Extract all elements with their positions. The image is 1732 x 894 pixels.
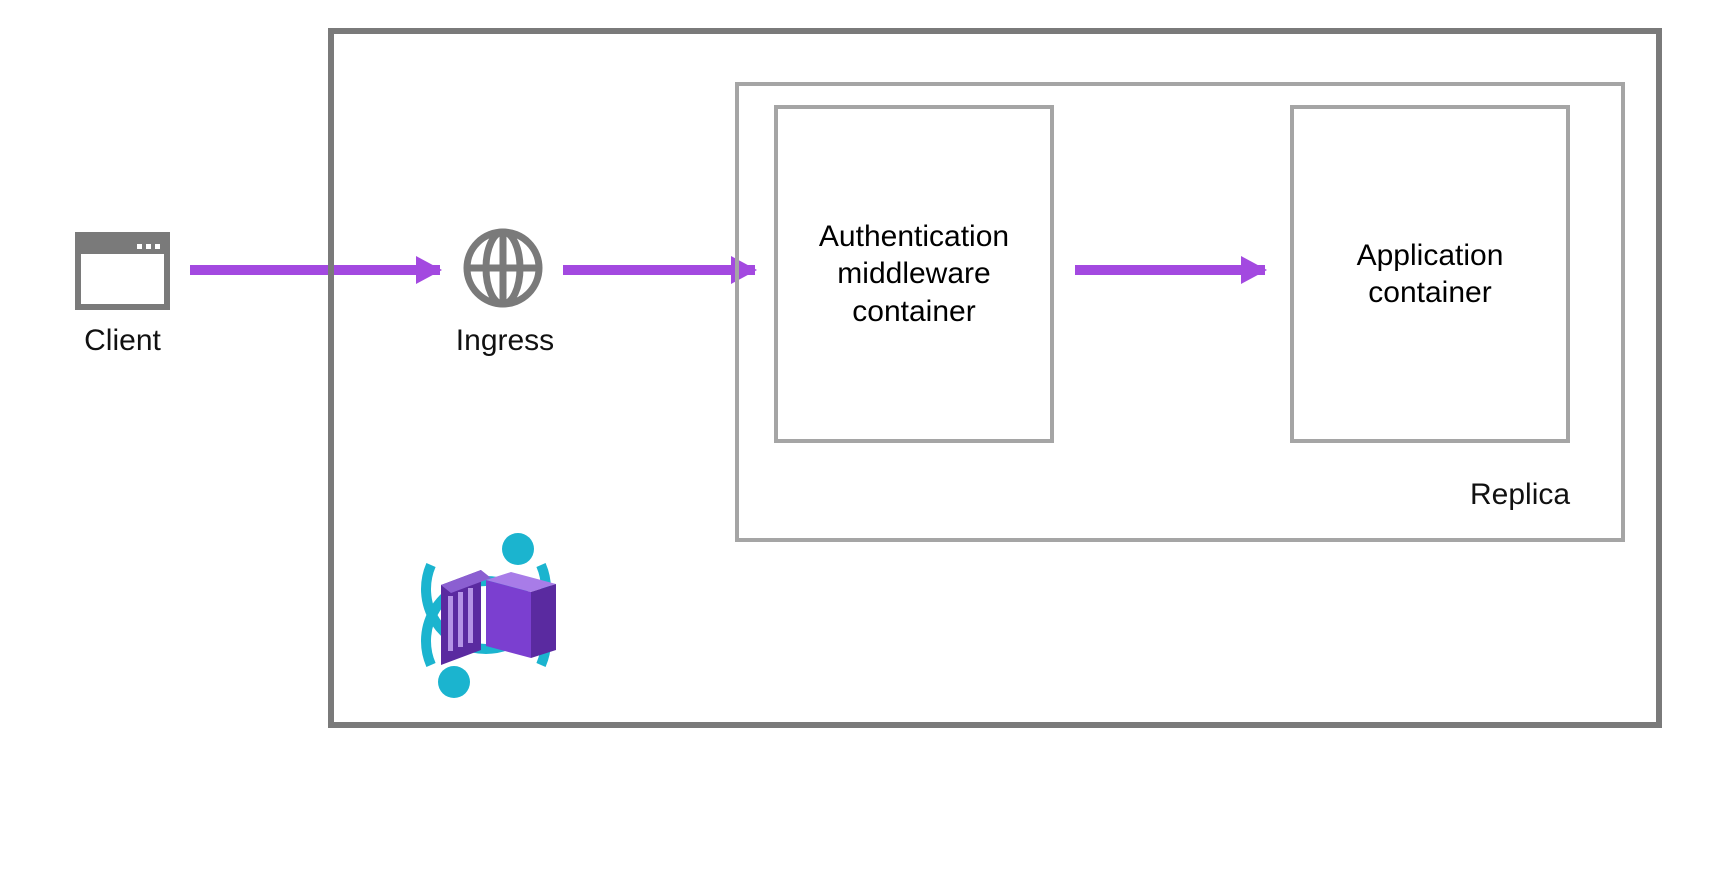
container-apps-icon [396,530,576,700]
client-icon [75,232,170,310]
ingress-label: Ingress [430,324,580,358]
auth-middleware-label: Authentication middleware container [788,218,1040,331]
auth-middleware-box: Authentication middleware container [774,105,1054,443]
replica-label: Replica [1470,478,1620,512]
globe-icon [463,228,543,308]
application-container-label: Application container [1304,237,1556,312]
client-window-body [81,254,164,304]
client-window-titlebar [81,238,164,254]
client-label: Client [55,324,190,358]
application-container-box: Application container [1290,105,1570,443]
